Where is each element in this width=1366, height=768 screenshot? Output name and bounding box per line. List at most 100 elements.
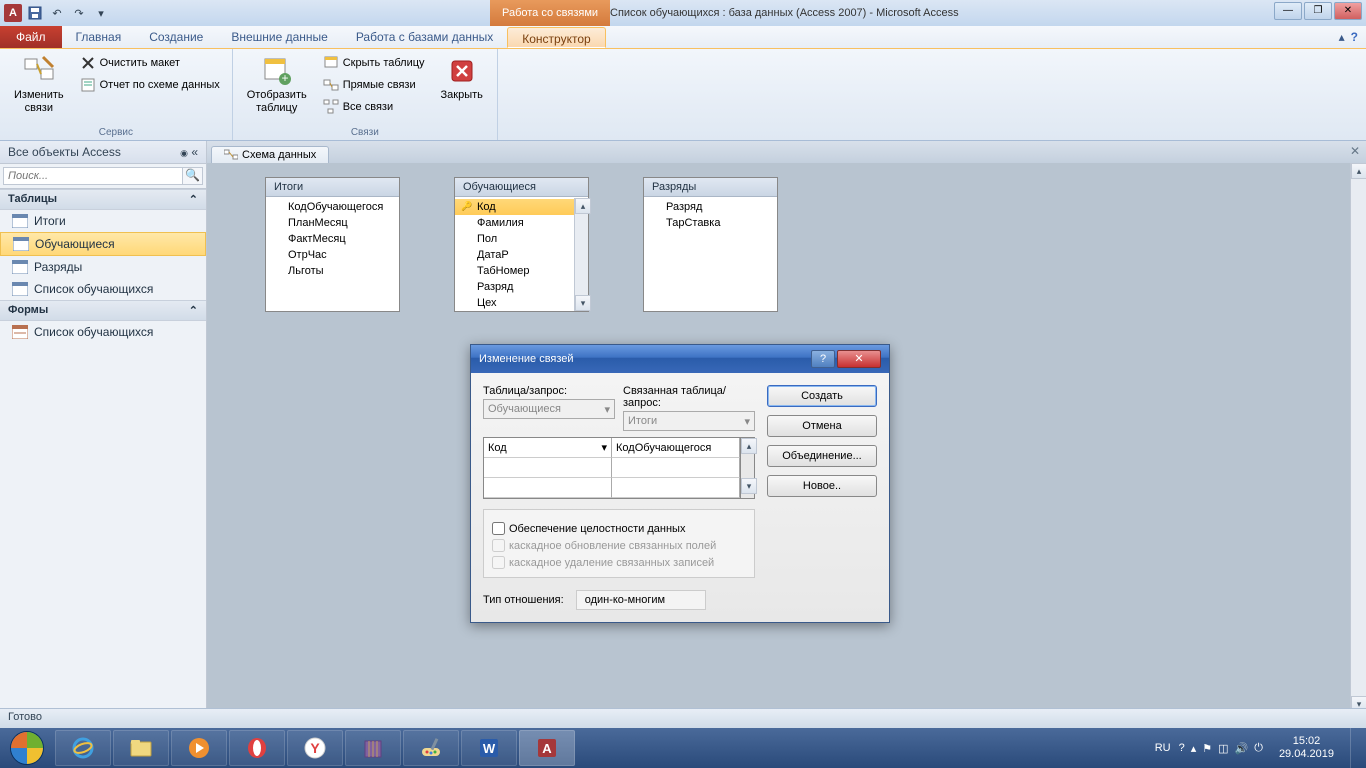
grid-cell[interactable] <box>484 478 612 498</box>
table-field[interactable]: ТабНомер <box>455 263 574 279</box>
nav-item-obuchayushchiesya[interactable]: Обучающиеся <box>0 232 206 256</box>
nav-collapse-icon[interactable]: « <box>191 145 198 159</box>
all-relations-button[interactable]: Все связи <box>319 97 429 117</box>
edit-relations-button[interactable]: Изменить связи <box>8 53 70 117</box>
scroll-up-icon[interactable]: ▴ <box>1351 163 1366 179</box>
hide-table-button[interactable]: Скрыть таблицу <box>319 53 429 73</box>
table-field[interactable]: Цех <box>455 295 574 311</box>
document-close-icon[interactable]: ✕ <box>1350 144 1360 158</box>
taskbar-word[interactable]: W <box>461 730 517 766</box>
tray-up-icon[interactable]: ▴ <box>1191 742 1197 755</box>
direct-relations-button[interactable]: Прямые связи <box>319 75 429 95</box>
table-field[interactable]: ФактМесяц <box>266 231 399 247</box>
grid-cell[interactable] <box>612 478 740 498</box>
right-table-combo[interactable]: Итоги▾ <box>623 411 755 431</box>
table-field[interactable]: Разряд <box>455 279 574 295</box>
dialog-help-button[interactable]: ? <box>811 350 835 368</box>
tray-flag-icon[interactable]: ⚑ <box>1202 742 1212 755</box>
taskbar-yandex[interactable]: Y <box>287 730 343 766</box>
table-field[interactable]: ПланМесяц <box>266 215 399 231</box>
clear-layout-button[interactable]: Очистить макет <box>76 53 224 73</box>
table-box-itogi[interactable]: Итоги КодОбучающегося ПланМесяц ФактМеся… <box>265 177 400 312</box>
tray-power-icon[interactable]: ⏻ <box>1254 742 1263 755</box>
nav-item-itogi[interactable]: Итоги <box>0 210 206 232</box>
integrity-checkbox[interactable]: Обеспечение целостности данных <box>492 522 746 535</box>
close-button[interactable]: ✕ <box>1334 2 1362 20</box>
nav-item-spisok[interactable]: Список обучающихся <box>0 278 206 300</box>
nav-group-forms[interactable]: Формы⌃ <box>0 300 206 321</box>
tab-database-tools[interactable]: Работа с базами данных <box>342 26 507 48</box>
relations-report-button[interactable]: Отчет по схеме данных <box>76 75 224 95</box>
scroll-down-icon[interactable]: ▾ <box>741 478 757 494</box>
table-field[interactable]: КодОбучающегося <box>266 199 399 215</box>
search-icon[interactable]: 🔍 <box>183 167 203 185</box>
grid-cell[interactable] <box>612 458 740 478</box>
taskbar-paint[interactable] <box>403 730 459 766</box>
scroll-up-icon[interactable]: ▴ <box>741 438 757 454</box>
scroll-up-icon[interactable]: ▴ <box>575 198 591 214</box>
minimize-button[interactable]: — <box>1274 2 1302 20</box>
grid-scrollbar[interactable]: ▴ ▾ <box>741 437 755 499</box>
new-button[interactable]: Новое.. <box>767 475 877 497</box>
save-icon[interactable] <box>26 4 44 22</box>
table-field[interactable]: ДатаР <box>455 247 574 263</box>
search-input[interactable] <box>3 167 183 185</box>
tray-clock[interactable]: 15:02 29.04.2019 <box>1271 735 1342 761</box>
table-field[interactable]: Фамилия <box>455 215 574 231</box>
table-field[interactable]: Разряд <box>644 199 777 215</box>
taskbar-winrar[interactable] <box>345 730 401 766</box>
dialog-titlebar[interactable]: Изменение связей ? ✕ <box>471 345 889 373</box>
tray-network-icon[interactable]: ◫ <box>1218 742 1228 755</box>
qat-dropdown-icon[interactable]: ▾ <box>92 4 110 22</box>
close-relations-button[interactable]: Закрыть <box>435 53 489 104</box>
cancel-button[interactable]: Отмена <box>767 415 877 437</box>
tab-home[interactable]: Главная <box>62 26 136 48</box>
create-button[interactable]: Создать <box>767 385 877 407</box>
undo-icon[interactable]: ↶ <box>48 4 66 22</box>
taskbar-ie[interactable] <box>55 730 111 766</box>
table-box-razryady[interactable]: Разряды Разряд ТарСтавка <box>643 177 778 312</box>
tray-volume-icon[interactable]: 🔊 <box>1235 742 1249 755</box>
nav-dropdown-icon[interactable]: ◉ <box>180 148 188 158</box>
access-app-icon[interactable]: A <box>4 4 22 22</box>
right-field-cell[interactable]: КодОбучающегося <box>612 438 740 458</box>
taskbar-wmp[interactable] <box>171 730 227 766</box>
table-field[interactable]: ТарСтавка <box>644 215 777 231</box>
table-box-obuchayushchiesya[interactable]: Обучающиеся 🔑Код Фамилия Пол ДатаР ТабНо… <box>454 177 589 312</box>
taskbar-access[interactable]: A <box>519 730 575 766</box>
scroll-down-icon[interactable]: ▾ <box>575 295 591 311</box>
start-button[interactable] <box>0 728 54 768</box>
table-field[interactable]: Пол <box>455 231 574 247</box>
language-indicator[interactable]: RU <box>1155 742 1171 754</box>
tab-create[interactable]: Создание <box>135 26 217 48</box>
dialog-close-button[interactable]: ✕ <box>837 350 881 368</box>
document-tab-schema[interactable]: Схема данных <box>211 146 329 163</box>
taskbar-explorer[interactable] <box>113 730 169 766</box>
show-desktop-button[interactable] <box>1350 728 1362 768</box>
table-field[interactable]: Льготы <box>266 263 399 279</box>
hide-table-icon <box>323 55 339 71</box>
tab-external-data[interactable]: Внешние данные <box>217 26 342 48</box>
table-field[interactable]: ОтрЧас <box>266 247 399 263</box>
table-scrollbar[interactable]: ▴ ▾ <box>574 198 588 311</box>
redo-icon[interactable]: ↷ <box>70 4 88 22</box>
nav-group-tables[interactable]: Таблицы⌃ <box>0 189 206 210</box>
show-table-button[interactable]: + Отобразить таблицу <box>241 53 313 117</box>
nav-pane-header[interactable]: Все объекты Access ◉ « <box>0 141 206 164</box>
canvas-vertical-scrollbar[interactable]: ▴ ▾ <box>1350 163 1366 712</box>
taskbar-opera[interactable] <box>229 730 285 766</box>
minimize-ribbon-icon[interactable]: ▴ <box>1339 30 1345 44</box>
join-button[interactable]: Объединение... <box>767 445 877 467</box>
help-icon[interactable]: ? <box>1351 30 1358 44</box>
left-field-cell[interactable]: Код▾ <box>484 438 612 458</box>
left-table-combo[interactable]: Обучающиеся▾ <box>483 399 615 419</box>
nav-item-razryady[interactable]: Разряды <box>0 256 206 278</box>
tray-help-icon[interactable]: ? <box>1179 742 1185 754</box>
grid-cell[interactable] <box>484 458 612 478</box>
restore-button[interactable]: ❐ <box>1304 2 1332 20</box>
file-tab[interactable]: Файл <box>0 26 62 48</box>
nav-item-form-spisok[interactable]: Список обучающихся <box>0 321 206 343</box>
table-field[interactable]: 🔑Код <box>455 199 574 215</box>
dialog-buttons: Создать Отмена Объединение... Новое.. <box>767 385 877 610</box>
tab-design[interactable]: Конструктор <box>507 27 605 48</box>
